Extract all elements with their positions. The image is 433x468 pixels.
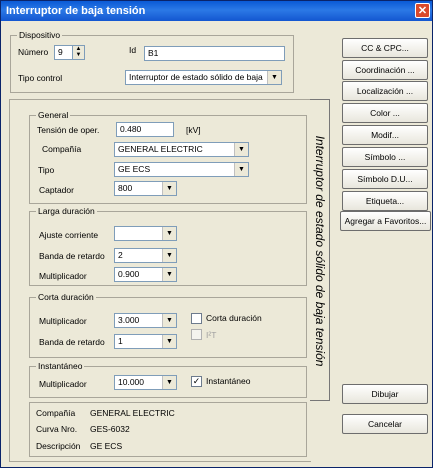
larga-legend: Larga duración <box>36 206 97 216</box>
corta-duracion-checkbox-label: Corta duración <box>206 313 262 323</box>
chevron-down-icon: ▼ <box>162 376 176 389</box>
mult-corta-select[interactable]: 3.000 ▼ <box>114 313 177 328</box>
device-legend: Dispositivo <box>17 30 63 40</box>
captador-value: 800 <box>118 183 133 193</box>
corta-duracion-checkbox[interactable] <box>191 313 202 324</box>
color-button[interactable]: Color ... <box>342 103 428 123</box>
compania-label: Compañía <box>42 144 82 154</box>
compania-select[interactable]: GENERAL ELECTRIC ▼ <box>114 142 249 157</box>
info-desc-value: GE ECS <box>90 441 123 451</box>
ajuste-select[interactable]: ▼ <box>114 226 177 241</box>
captador-select[interactable]: 800 ▼ <box>114 181 177 196</box>
cc-cpc-button[interactable]: CC & CPC... <box>342 38 428 58</box>
general-legend: General <box>36 110 71 120</box>
simbolo-du-button[interactable]: Símbolo D.U... <box>342 169 428 189</box>
corta-legend: Corta duración <box>36 292 96 302</box>
tipo-select[interactable]: GE ECS ▼ <box>114 162 249 177</box>
dibujar-button[interactable]: Dibujar <box>342 384 428 404</box>
mult-larga-label: Multiplicador <box>39 271 87 281</box>
info-compania-label: Compañía <box>36 408 76 418</box>
ajuste-label: Ajuste corriente <box>39 230 99 240</box>
chevron-down-icon: ▼ <box>162 182 176 195</box>
cancelar-button[interactable]: Cancelar <box>342 414 428 434</box>
chevron-down-icon: ▼ <box>162 314 176 327</box>
tension-input[interactable]: 0.480 <box>116 122 174 137</box>
title-bar[interactable]: Interruptor de baja tensión ✕ <box>1 1 432 21</box>
banda-larga-label: Banda de retardo <box>39 251 105 261</box>
tipo-value: GE ECS <box>118 164 151 174</box>
inst-legend: Instantáneo <box>36 361 85 371</box>
compania-value: GENERAL ELECTRIC <box>118 144 203 154</box>
chevron-down-icon: ▼ <box>234 143 248 156</box>
simbolo-button[interactable]: Símbolo ... <box>342 147 428 167</box>
id-input[interactable]: B1 <box>144 46 285 61</box>
instantaneo-checkbox[interactable]: ✓ <box>191 376 202 387</box>
captador-label: Captador <box>39 185 74 195</box>
chevron-down-icon: ▼ <box>162 335 176 348</box>
localizacion-button[interactable]: Localización ... <box>342 81 428 101</box>
checkmark-icon: ✓ <box>192 376 201 386</box>
mult-inst-value: 10.000 <box>118 377 144 387</box>
mult-larga-select[interactable]: 0.900 ▼ <box>114 267 177 282</box>
window-title: Interruptor de baja tensión <box>6 5 146 17</box>
numero-label: Número <box>18 47 49 57</box>
modif-button[interactable]: Modif... <box>342 125 428 145</box>
info-compania-value: GENERAL ELECTRIC <box>90 408 175 418</box>
chevron-down-icon: ▼ <box>162 227 176 240</box>
numero-input[interactable]: 9 <box>54 45 73 60</box>
info-desc-label: Descripción <box>36 441 81 451</box>
close-icon: ✕ <box>417 5 428 17</box>
mult-inst-label: Multiplicador <box>39 379 87 389</box>
agregar-favoritos-button[interactable]: Agregar a Favoritos... <box>340 211 431 231</box>
coordinacion-button[interactable]: Coordinación ... <box>342 60 428 80</box>
numero-spinner[interactable]: ▲ ▼ <box>72 45 85 60</box>
banda-corta-select[interactable]: 1 ▼ <box>114 334 177 349</box>
info-curva-label: Curva Nro. <box>36 424 78 434</box>
tipo-control-select[interactable]: Interruptor de estado sólido de baja ▼ <box>125 70 282 85</box>
tipo-label: Tipo <box>38 165 55 175</box>
banda-larga-value: 2 <box>118 250 123 260</box>
etiqueta-button[interactable]: Etiqueta... <box>342 191 428 211</box>
spinner-icon: ▲ ▼ <box>75 46 82 58</box>
tension-label: Tensión de oper. <box>37 125 100 135</box>
tab-label: Interruptor de estado sólido de baja ten… <box>313 135 327 367</box>
mult-corta-label: Multiplicador <box>39 316 87 326</box>
chevron-down-icon: ▼ <box>162 268 176 281</box>
tipo-control-value: Interruptor de estado sólido de baja <box>129 72 263 82</box>
banda-larga-select[interactable]: 2 ▼ <box>114 248 177 263</box>
chevron-down-icon: ▼ <box>162 249 176 262</box>
i2t-checkbox[interactable] <box>191 329 202 340</box>
chevron-down-icon: ▼ <box>267 71 281 84</box>
banda-corta-label: Banda de retardo <box>39 337 105 347</box>
mult-inst-select[interactable]: 10.000 ▼ <box>114 375 177 390</box>
mult-larga-value: 0.900 <box>118 269 140 279</box>
banda-corta-value: 1 <box>118 336 123 346</box>
close-button[interactable]: ✕ <box>415 3 430 18</box>
instantaneo-checkbox-label: Instantáneo <box>206 376 251 386</box>
i2t-checkbox-label: I²T <box>206 330 217 340</box>
id-label: Id <box>129 45 137 55</box>
mult-corta-value: 3.000 <box>118 315 140 325</box>
tension-unit: [kV] <box>186 125 201 135</box>
info-curva-value: GES-6032 <box>90 424 130 434</box>
dialog-window: Interruptor de baja tensión ✕ Dispositiv… <box>0 0 433 468</box>
chevron-down-icon: ▼ <box>234 163 248 176</box>
tipo-control-label: Tipo control <box>18 73 63 83</box>
